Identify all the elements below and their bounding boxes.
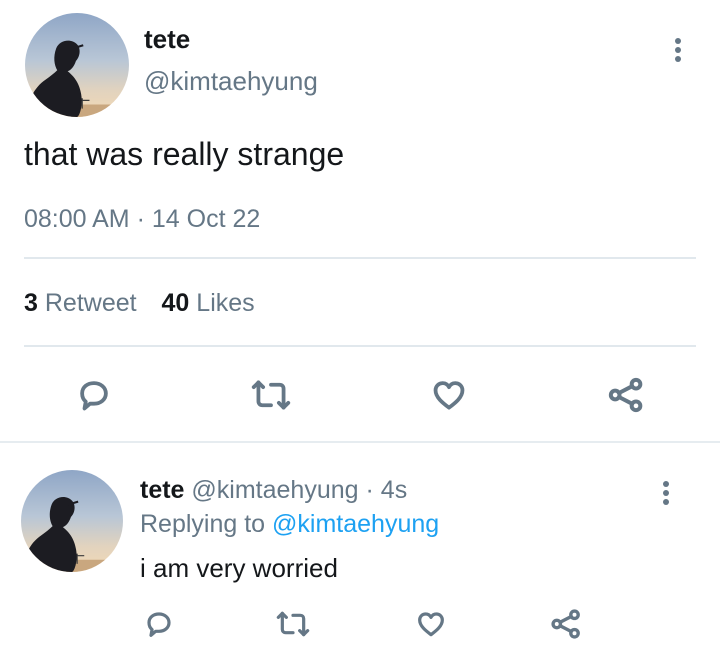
like-icon — [418, 612, 444, 637]
reply-like-button[interactable] — [409, 604, 453, 644]
reply-header: tete @kimtaehyung · 4s — [140, 476, 407, 505]
retweet-stat[interactable]: 3 Retweet — [24, 289, 144, 317]
main-share-button[interactable] — [602, 372, 650, 418]
main-like-button[interactable] — [425, 372, 473, 418]
reply-tweet-text: i am very worried — [140, 553, 338, 583]
person-silhouette-image — [21, 497, 123, 572]
reply-reply-button[interactable] — [137, 604, 181, 644]
main-tweet-text: that was really strange — [24, 136, 345, 172]
reply-display-name[interactable]: tete — [140, 476, 184, 504]
retweet-icon — [251, 380, 291, 410]
reply-more-options-icon[interactable] — [663, 478, 669, 508]
reply-retweet-button[interactable] — [270, 604, 316, 644]
likes-stat[interactable]: 40 Likes — [162, 289, 255, 317]
divider-bottom — [24, 345, 696, 347]
main-time: 08:00 AM — [24, 205, 130, 233]
main-display-name[interactable]: tete — [144, 24, 190, 55]
share-icon — [608, 377, 643, 413]
reply-share-button[interactable] — [544, 604, 588, 644]
reply-icon — [80, 381, 108, 411]
divider-top — [24, 257, 696, 259]
like-icon — [433, 381, 465, 410]
main-timestamp: 08:00 AM · 14 Oct 22 — [24, 205, 260, 234]
person-silhouette-image — [25, 40, 129, 117]
reply-icon — [147, 612, 171, 637]
replying-to-handle-link[interactable]: @kimtaehyung — [272, 510, 439, 538]
likes-label: Likes — [196, 289, 255, 317]
main-reply-button[interactable] — [70, 372, 118, 418]
tweet-separator — [0, 441, 720, 443]
main-handle[interactable]: @kimtaehyung — [144, 66, 318, 97]
main-date: 14 Oct 22 — [151, 205, 261, 233]
reply-time-ago: 4s — [380, 476, 408, 504]
retweet-count: 3 — [24, 289, 38, 317]
reply-avatar[interactable] — [21, 470, 123, 572]
main-retweet-button[interactable] — [245, 372, 297, 418]
stats-row: 3 Retweet 40 Likes — [24, 289, 255, 318]
reply-time-separator: · — [365, 476, 374, 504]
reply-handle[interactable]: @kimtaehyung — [191, 476, 358, 504]
retweet-label: Retweet — [44, 289, 137, 317]
replying-to-label: Replying to — [140, 510, 266, 538]
main-time-separator: · — [136, 205, 145, 233]
main-avatar[interactable] — [25, 13, 129, 117]
likes-count: 40 — [161, 289, 190, 317]
main-more-options-icon[interactable] — [675, 35, 681, 65]
share-icon — [551, 609, 580, 639]
retweet-icon — [276, 611, 310, 637]
replying-to-line: Replying to @kimtaehyung — [140, 510, 439, 539]
